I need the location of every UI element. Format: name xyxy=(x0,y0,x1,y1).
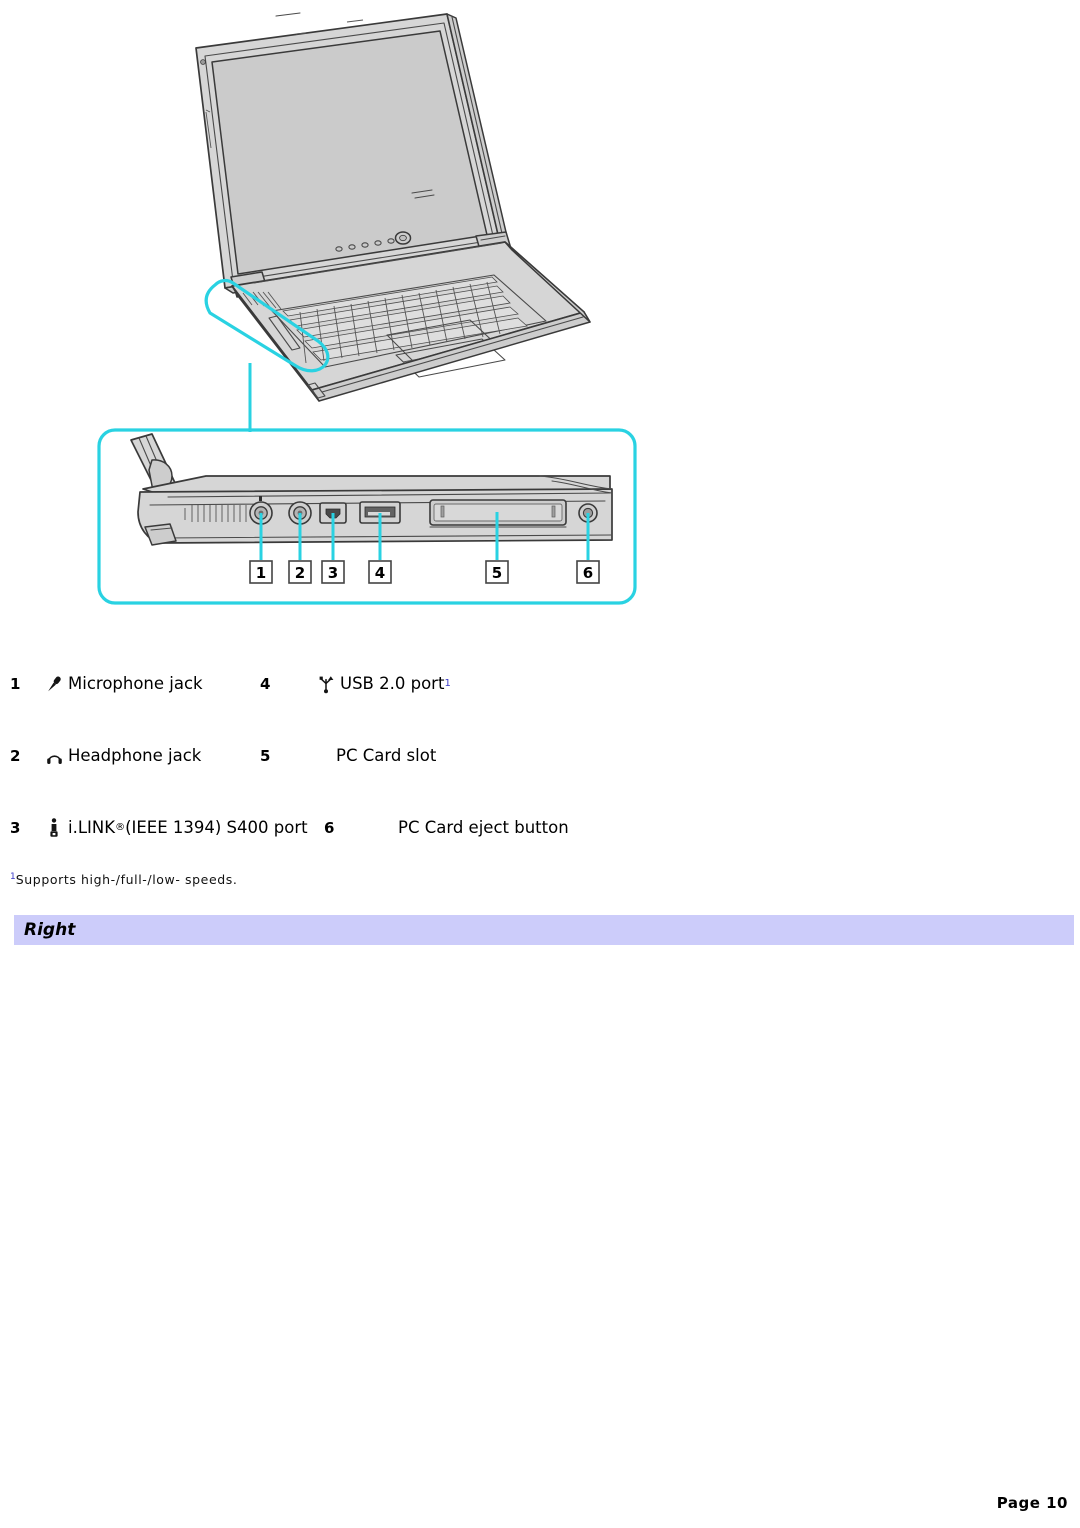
microphone-icon xyxy=(44,673,64,695)
legend-number-6: 6 xyxy=(324,818,335,837)
page-footer: Page 10 xyxy=(997,1494,1068,1512)
legend-label-text: Headphone jack xyxy=(68,745,202,765)
no-icon-spacer xyxy=(378,817,398,839)
side-detail-callout: 1 2 3 4 5 6 xyxy=(97,428,637,605)
legend-label-usb-port: USB 2.0 port 1 xyxy=(316,673,532,695)
port-legend-list: 1 Microphone jack 4 USB 2.0 port 1 2 Hea… xyxy=(0,648,1080,864)
callout-box-1: 1 xyxy=(249,560,273,584)
legend-label-headphone-jack: Headphone jack xyxy=(44,745,260,767)
callout-box-3: 3 xyxy=(321,560,345,584)
headphone-icon xyxy=(44,745,64,767)
callout-box-5: 5 xyxy=(485,560,509,584)
callout-box-4: 4 xyxy=(368,560,392,584)
legend-row: 2 Headphone jack 5 PC Card slot xyxy=(0,720,1080,792)
legend-number-2: 2 xyxy=(10,746,21,765)
laptop-open-view xyxy=(195,12,591,402)
page-number-label: Page 10 xyxy=(996,1494,1068,1512)
legend-label-pc-card-slot: PC Card slot xyxy=(316,745,532,767)
usb-icon xyxy=(316,673,336,695)
footnote: 1Supports high-/full-/low- speeds. xyxy=(10,872,237,887)
legend-label-text: Microphone jack xyxy=(68,673,203,693)
legend-number-3: 3 xyxy=(10,818,21,837)
section-header-right: Right xyxy=(14,915,1074,945)
legend-label-text: USB 2.0 port xyxy=(340,673,445,693)
legend-number-5: 5 xyxy=(260,746,271,765)
legend-label-text: PC Card eject button xyxy=(398,817,569,837)
callout-number-boxes: 1 2 3 4 5 6 xyxy=(249,560,600,584)
callout-box-5-label: 5 xyxy=(492,564,502,582)
callout-box-3-label: 3 xyxy=(328,564,338,582)
callout-box-2-label: 2 xyxy=(295,564,305,582)
laptop-diagram-svg: .ln { fill:none; stroke:#3a3a3a; stroke-… xyxy=(97,12,637,605)
callout-box-1-label: 1 xyxy=(256,564,266,582)
no-icon-spacer xyxy=(316,745,336,767)
callout-box-6: 6 xyxy=(576,560,600,584)
legend-label-ilink-port: i.LINK ® (IEEE 1394) S400 port xyxy=(44,817,324,839)
legend-label-text: PC Card slot xyxy=(336,745,437,765)
legend-label-text-post: (IEEE 1394) S400 port xyxy=(125,817,308,837)
section-title: Right xyxy=(24,920,76,940)
footnote-text: Supports high-/full-/low- speeds. xyxy=(15,872,238,887)
legend-label-text-pre: i.LINK xyxy=(68,817,116,837)
callout-box-4-label: 4 xyxy=(375,564,385,582)
ilink-icon xyxy=(44,817,64,839)
power-button-icon xyxy=(394,231,412,245)
callout-box-6-label: 6 xyxy=(583,564,593,582)
callout-box-2: 2 xyxy=(288,560,312,584)
legend-number-1: 1 xyxy=(10,674,21,693)
legend-label-pc-card-eject-button: PC Card eject button xyxy=(378,817,658,839)
legend-number-4: 4 xyxy=(260,674,271,693)
legend-label-microphone-jack: Microphone jack xyxy=(44,673,260,695)
laptop-diagram: .ln { fill:none; stroke:#3a3a3a; stroke-… xyxy=(0,0,1080,620)
legend-row: 1 Microphone jack 4 USB 2.0 port 1 xyxy=(0,648,1080,720)
legend-row: 3 i.LINK ® (IEEE 1394) S400 port 6 PC Car… xyxy=(0,792,1080,864)
